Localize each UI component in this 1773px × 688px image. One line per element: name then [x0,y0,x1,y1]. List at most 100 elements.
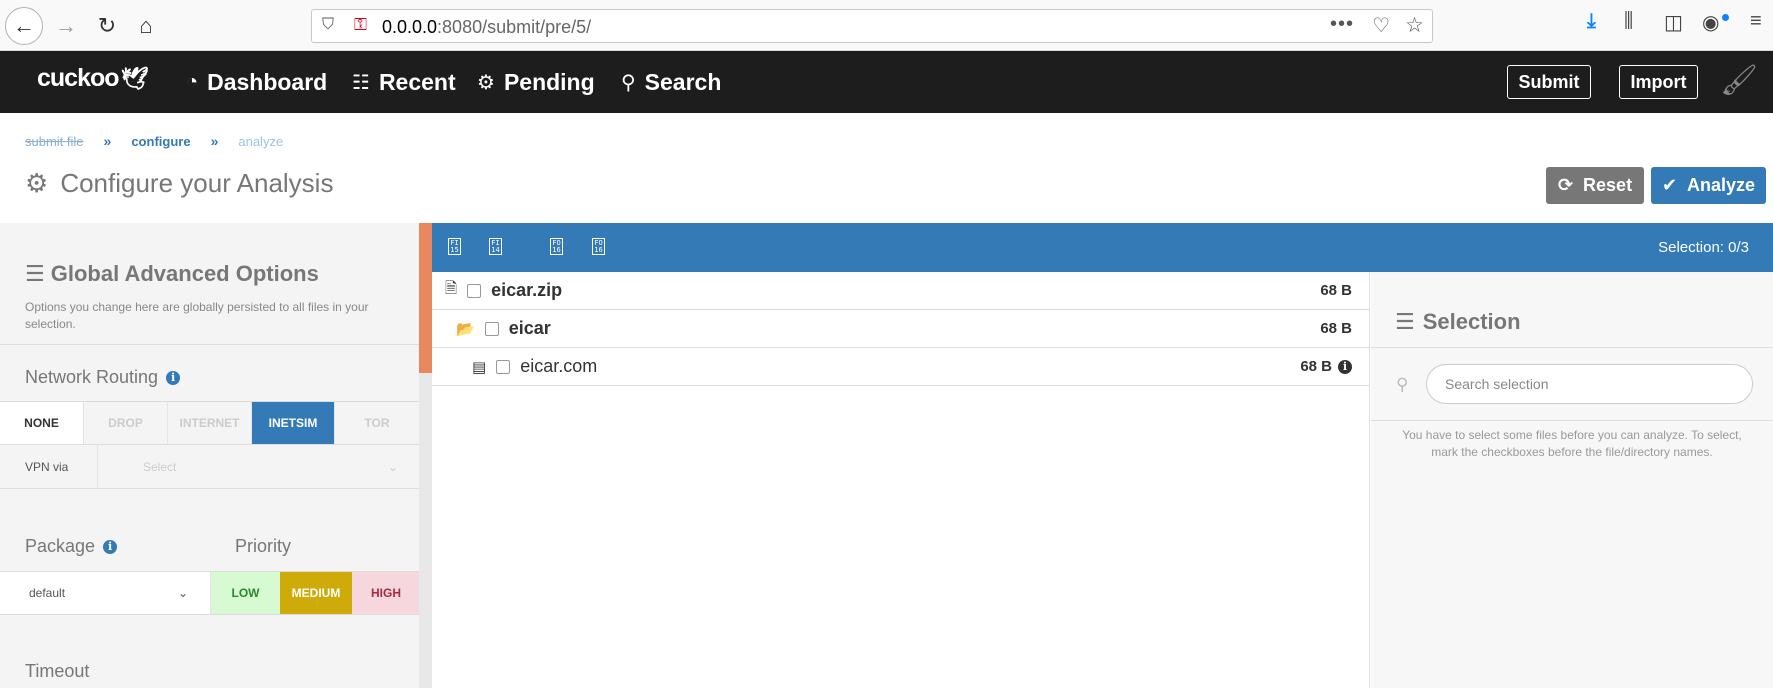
file-checkbox[interactable] [496,359,511,374]
chevron-double-right-icon: » [103,133,112,149]
library-icon[interactable]: ⫼ [1624,10,1633,33]
nav-dashboard-label: Dashboard [207,69,328,95]
tree-row-size-text: 68 B [1320,320,1352,337]
info-icon[interactable]: i [103,539,118,554]
tree-row-name: eicar.zip [491,280,563,300]
vpn-row: VPN via Select ⌄ [0,445,419,489]
tree-row-name: eicar.com [520,356,598,376]
tree-row[interactable]: ▤ eicar.com 68 B i [432,348,1370,386]
folder-open-icon: 📂 [456,320,475,338]
package-label-text: Package [25,536,96,556]
reset-label: Reset [1583,175,1633,195]
divider [1371,347,1773,348]
url-text[interactable]: 0.0.0.0:8080/submit/pre/5/ [382,17,591,38]
archive-file-icon: 🗎 [445,280,458,297]
package-select-value: default [29,586,66,600]
collapse-files-icon[interactable]: FI 14 [489,238,502,255]
submit-button[interactable]: Submit [1507,65,1591,99]
vpn-label: VPN via [0,445,98,488]
refresh-icon: ⟳ [1557,175,1574,195]
selection-count: Selection: 0/3 [1658,239,1749,256]
priority-medium-option[interactable]: MEDIUM [280,572,352,614]
nav-pending[interactable]: ⚙ Pending [477,69,595,96]
expand-folders-icon[interactable]: FO 16 [550,238,563,255]
nav-search[interactable]: ⚲ Search [621,69,721,96]
chevron-down-icon: ⌄ [177,586,188,600]
network-routing-selector: NONE DROP INTERNET INETSIM TOR [0,401,419,445]
route-drop-option[interactable]: DROP [84,402,168,444]
url-bar[interactable]: ⛉ ⚿ 0.0.0.0:8080/submit/pre/5/ ••• ♡ ☆ [311,9,1433,43]
dashboard-icon: ◔ [186,71,199,93]
paintbrush-icon[interactable]: 🖌 [1720,63,1758,98]
tree-row[interactable]: 📂 eicar 68 B [432,310,1370,348]
tree-row[interactable]: 🗎 eicar.zip 68 B [432,272,1370,310]
home-icon[interactable]: ⌂ [127,7,165,45]
priority-label: Priority [235,536,292,556]
reset-button[interactable]: ⟳ Reset [1546,167,1644,204]
nav-recent-label: Recent [378,69,456,95]
file-tree: 🗎 eicar.zip 68 B 📂 eicar 68 B ▤ eicar.co… [432,272,1370,688]
page-title-text: Configure your Analysis [60,168,334,198]
route-tor-option[interactable]: TOR [335,402,419,444]
package-select[interactable]: default ⌄ [0,572,211,614]
cuckoo-logo[interactable]: cuckoo🕊 [37,64,148,93]
bookmark-star-icon[interactable]: ☆ [1405,13,1424,38]
global-options-panel: ☰ Global Advanced Options Options you ch… [0,223,420,688]
insecure-lock-icon[interactable]: ⚿ [354,15,367,35]
selection-title-text: Selection [1422,309,1521,334]
priority-low-option[interactable]: LOW [211,572,280,614]
forward-icon[interactable]: → [47,7,85,45]
tree-row-size-text: 68 B [1320,282,1352,299]
chevron-double-right-icon: » [210,133,219,149]
collapse-folders-icon[interactable]: FO 16 [592,238,605,255]
file-tree-toolbar: FI 15 FI 14 FO 16 FO 16 Selection: 0/3 [432,223,1773,272]
breadcrumb-analyze: analyze [238,133,284,149]
route-none-option[interactable]: NONE [0,402,84,444]
options-description: Options you change here are globally per… [25,300,369,331]
tree-row-size-text: 68 B [1300,358,1332,375]
hamburger-menu-icon[interactable]: ≡ [1750,10,1762,33]
nav-pending-label: Pending [503,69,595,95]
nav-recent[interactable]: ☷ Recent [352,69,456,96]
analyze-label: Analyze [1687,175,1756,195]
download-icon[interactable]: ⤓ [1587,10,1596,33]
tree-row-size: 68 B i [1300,358,1352,375]
shield-icon[interactable]: ⛉ [322,16,334,34]
priority-high-option[interactable]: HIGH [352,572,419,614]
reload-icon[interactable]: ↻ [88,7,126,45]
tasks-icon: ☰ [25,261,45,286]
account-icon[interactable]: ◉ [1702,10,1719,35]
search-icon: ⚲ [621,72,636,94]
panel-scrollbar-thumb[interactable] [419,223,432,373]
network-routing-label: Network Routing i [25,367,181,388]
nav-dashboard[interactable]: ◔ Dashboard [186,69,327,96]
route-internet-option[interactable]: INTERNET [168,402,252,444]
back-icon[interactable]: ← [5,7,43,45]
breadcrumb-configure: configure [131,133,191,149]
sidebar-icon[interactable]: ◫ [1664,10,1683,35]
import-button[interactable]: Import [1619,65,1698,99]
folder-checkbox[interactable] [484,321,499,336]
info-icon[interactable]: i [166,370,181,385]
list-icon: ☷ [352,72,370,94]
breadcrumb-submit-file[interactable]: submit file [25,134,84,149]
analyze-button[interactable]: ✔ Analyze [1651,167,1766,204]
page-title: ⚙ Configure your Analysis [25,168,333,199]
breadcrumb: submit file » configure » analyze [25,133,283,149]
route-inetsim-option[interactable]: INETSIM [252,402,335,444]
app-navbar: cuckoo🕊 ◔ Dashboard ☷ Recent ⚙ Pending ⚲… [0,51,1773,113]
info-icon[interactable]: i [1338,359,1352,374]
vpn-select[interactable]: Select ⌄ [98,445,419,488]
nav-search-label: Search [644,69,722,95]
notification-dot [1722,14,1729,21]
network-routing-text: Network Routing [25,367,159,387]
package-priority-row: default ⌄ LOW MEDIUM HIGH [0,571,419,615]
search-selection-input[interactable] [1426,364,1753,404]
divider [0,344,419,345]
file-checkbox[interactable] [467,283,482,298]
package-label: Package i [25,536,118,557]
file-icon: ▤ [472,358,487,376]
page-actions-icon[interactable]: ••• [1330,13,1354,36]
expand-files-icon[interactable]: FI 15 [448,238,461,255]
pocket-icon[interactable]: ♡ [1372,13,1390,38]
